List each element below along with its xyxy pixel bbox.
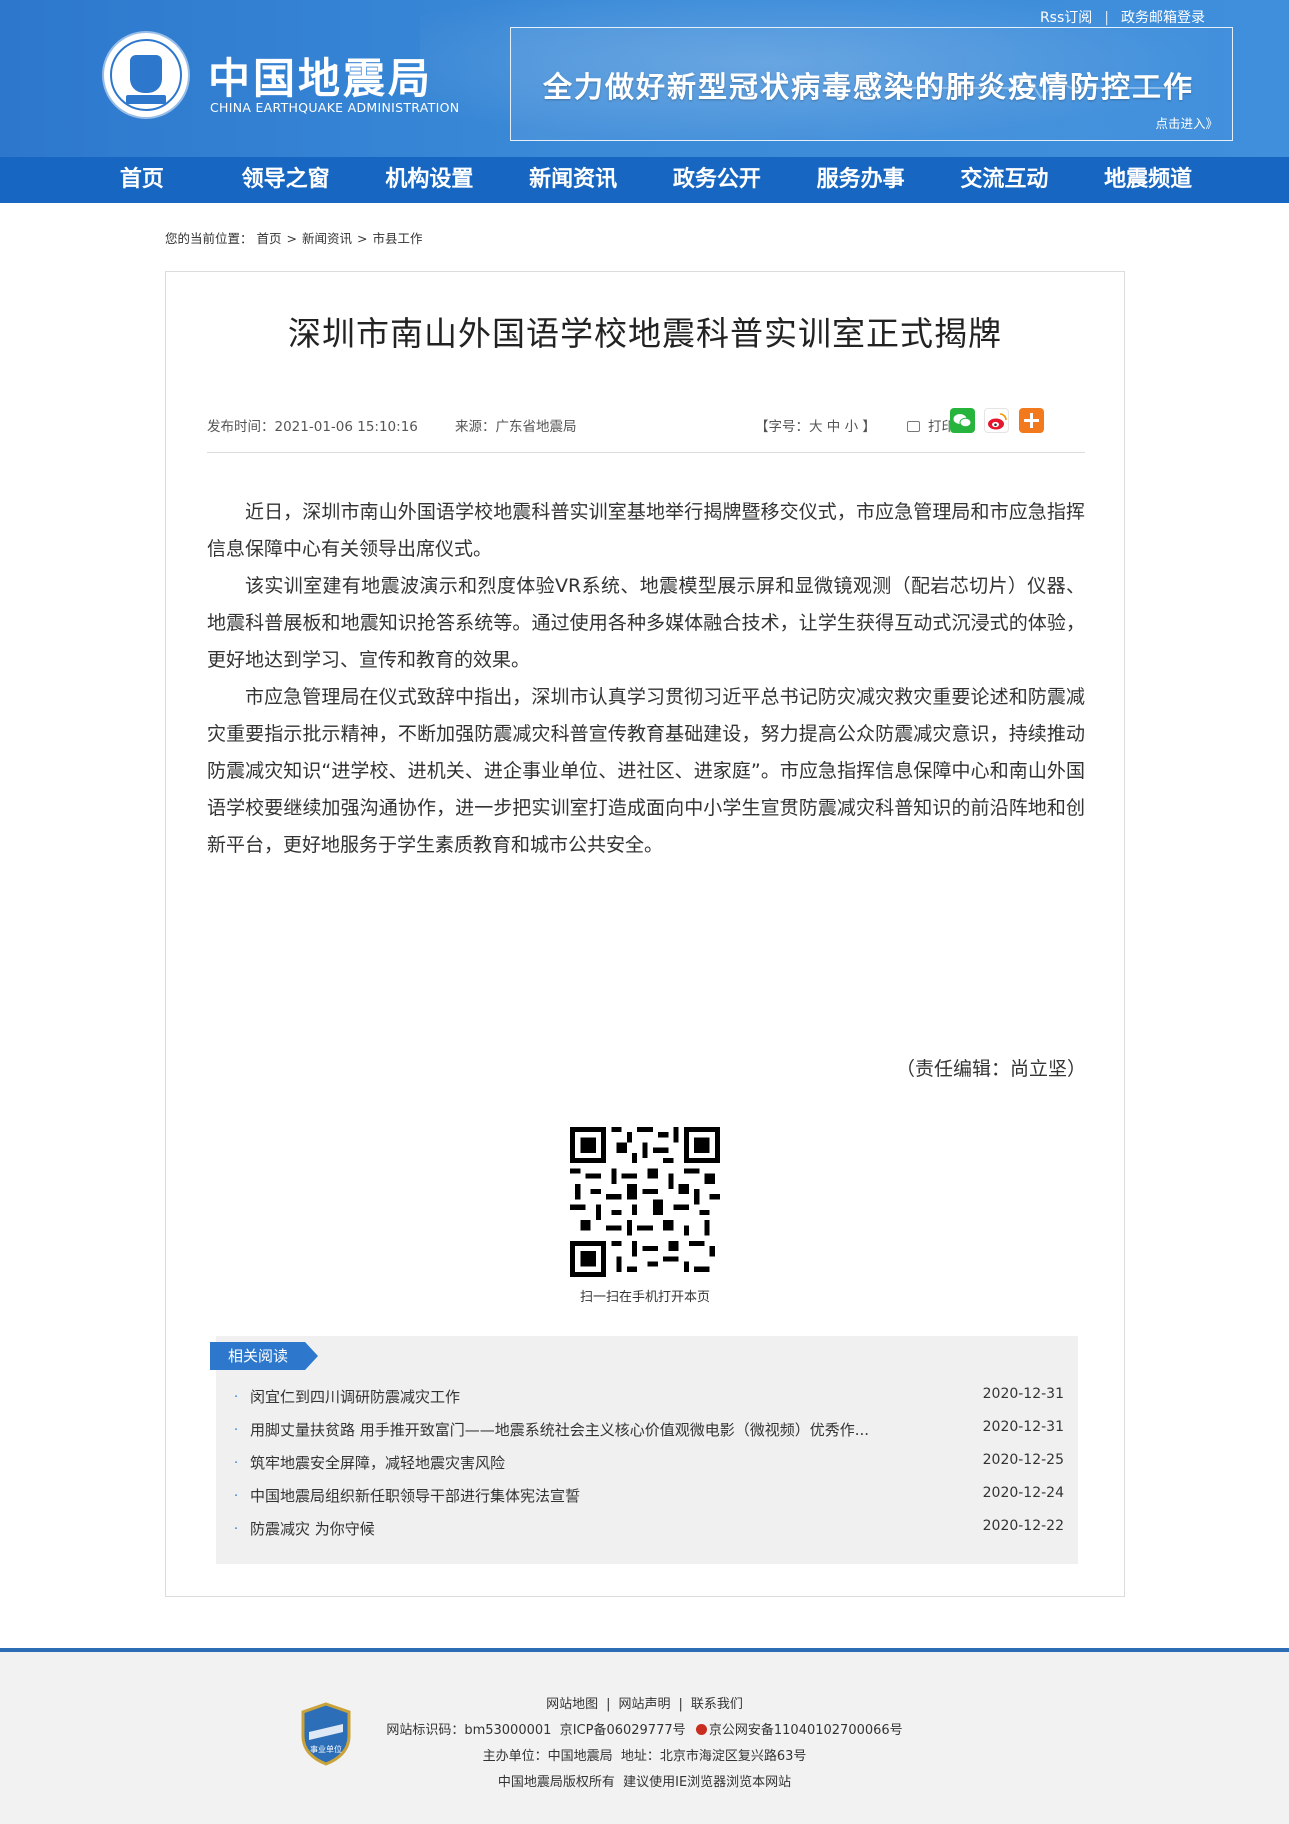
font-size-control[interactable]: 【字号：大 中 小 】 xyxy=(755,415,876,435)
related-item[interactable]: · 闵宜仁到四川调研防震减灾工作 2020-12-31 xyxy=(234,1384,1064,1417)
nav-item-organization[interactable]: 机构设置 xyxy=(358,157,502,203)
printer-icon xyxy=(907,421,920,432)
related-reading: 相关阅读 · 闵宜仁到四川调研防震减灾工作 2020-12-31 · 用脚丈量扶贫路 … xyxy=(210,1336,1078,1564)
bullet-icon: · xyxy=(234,1423,239,1438)
rss-link[interactable]: Rss订阅 xyxy=(1040,7,1092,27)
related-item-title[interactable]: 筑牢地震安全屏障，减轻地震灾害风险 xyxy=(250,1452,930,1473)
breadcrumb-separator: > xyxy=(357,231,368,246)
footer-separator: | xyxy=(606,1697,611,1712)
related-item-date: 2020-12-25 xyxy=(982,1452,1064,1468)
related-item[interactable]: · 中国地震局组织新任职领导干部进行集体宪法宣誓 2020-12-24 xyxy=(234,1483,1064,1516)
footer-separator: | xyxy=(678,1697,683,1712)
breadcrumb-separator: > xyxy=(286,231,297,246)
related-item-title[interactable]: 用脚丈量扶贫路 用手推开致富门——地震系统社会主义核心价值观微电影（微视频）优秀… xyxy=(250,1419,930,1440)
nav-item-leaders[interactable]: 领导之窗 xyxy=(214,157,358,203)
related-item-title[interactable]: 中国地震局组织新任职领导干部进行集体宪法宣誓 xyxy=(250,1485,930,1506)
responsible-editor: （责任编辑：尚立坚） xyxy=(895,1058,1086,1080)
related-item[interactable]: · 用脚丈量扶贫路 用手推开致富门——地震系统社会主义核心价值观微电影（微视频）优… xyxy=(234,1417,1064,1450)
nav-item-home[interactable]: 首页 xyxy=(70,157,214,203)
more-share-icon[interactable] xyxy=(1019,408,1044,433)
related-item[interactable]: · 筑牢地震安全屏障，减轻地震灾害风险 2020-12-25 xyxy=(234,1450,1064,1483)
copyright: 中国地震局版权所有 xyxy=(497,1775,615,1790)
nav-item-news[interactable]: 新闻资讯 xyxy=(501,157,645,203)
gov-mail-login-link[interactable]: 政务邮箱登录 xyxy=(1121,7,1205,27)
banner-enter-link[interactable]: 点击进入》 xyxy=(1155,113,1218,132)
publish-time: 发布时间：2021-01-06 15:10:16 xyxy=(207,419,418,435)
bullet-icon: · xyxy=(234,1489,239,1504)
cea-emblem-icon[interactable] xyxy=(104,33,188,117)
print-button[interactable]: 打印 xyxy=(907,415,955,435)
footer-contact-link[interactable]: 联系我们 xyxy=(691,1697,743,1712)
breadcrumb-news[interactable]: 新闻资讯 xyxy=(302,231,352,246)
breadcrumb: 您的当前位置： 首页 > 新闻资讯 > 市县工作 xyxy=(165,228,423,247)
related-item-date: 2020-12-31 xyxy=(982,1386,1064,1402)
site-header: 中国地震局 CHINA EARTHQUAKE ADMINISTRATION Rs… xyxy=(0,0,1289,157)
meta-divider xyxy=(207,452,1085,453)
host-unit: 主办单位：中国地震局 xyxy=(482,1749,613,1764)
qr-code-icon xyxy=(570,1127,720,1277)
related-item[interactable]: · 防震减灾 为你守候 2020-12-22 xyxy=(234,1516,1064,1549)
related-item-title[interactable]: 防震减灾 为你守候 xyxy=(250,1518,930,1539)
related-item-date: 2020-12-22 xyxy=(982,1518,1064,1534)
qr-caption: 扫一扫在手机打开本页 xyxy=(579,1290,710,1305)
bullet-icon: · xyxy=(234,1390,239,1405)
top-links: Rss订阅 | 政务邮箱登录 xyxy=(1040,7,1205,27)
covid-banner[interactable]: 全力做好新型冠状病毒感染的肺炎疫情防控工作 点击进入》 xyxy=(510,27,1233,141)
breadcrumb-home[interactable]: 首页 xyxy=(257,231,282,246)
article-meta: 发布时间：2021-01-06 15:10:16 来源：广东省地震局 【字号：大… xyxy=(207,408,1085,445)
weibo-share-icon[interactable] xyxy=(984,408,1009,433)
banner-title: 全力做好新型冠状病毒感染的肺炎疫情防控工作 xyxy=(543,70,1195,104)
police-record-link[interactable]: 京公网安备11040102700066号 xyxy=(709,1723,903,1738)
article-paragraph: 该实训室建有地震波演示和烈度体验VR系统、地震模型展示屏和显微镜观测（配岩芯切片… xyxy=(207,575,1085,671)
site-footer: 事业单位 网站地图 | 网站声明 | 联系我们 网站标识码：bm53000001 京IC… xyxy=(0,1648,1289,1824)
article-body: 近日，深圳市南山外国语学校地震科普实训室基地举行揭牌暨移交仪式，市应急管理局和市… xyxy=(207,494,1085,864)
wechat-share-icon[interactable] xyxy=(950,408,975,433)
site-logo-subtitle: CHINA EARTHQUAKE ADMINISTRATION xyxy=(210,100,460,115)
address: 地址：北京市海淀区复兴路63号 xyxy=(620,1749,807,1764)
related-item-date: 2020-12-31 xyxy=(982,1419,1064,1435)
top-links-separator: | xyxy=(1104,10,1109,26)
icp-record-link[interactable]: 京ICP备06029777号 xyxy=(560,1723,686,1738)
related-item-date: 2020-12-24 xyxy=(982,1485,1064,1501)
bullet-icon: · xyxy=(234,1522,239,1537)
related-item-title[interactable]: 闵宜仁到四川调研防震减灾工作 xyxy=(250,1386,930,1407)
footer-sitemap-link[interactable]: 网站地图 xyxy=(546,1697,598,1712)
article-paragraph: 市应急管理局在仪式致辞中指出，深圳市认真学习贯彻习近平总书记防灾减灾救灾重要论述… xyxy=(207,686,1085,856)
article-paragraph: 近日，深圳市南山外国语学校地震科普实训室基地举行揭牌暨移交仪式，市应急管理局和市… xyxy=(207,501,1085,560)
article-container: 深圳市南山外国语学校地震科普实训室正式揭牌 发布时间：2021-01-06 15… xyxy=(165,271,1125,1597)
related-heading: 相关阅读 xyxy=(210,1342,318,1370)
footer-statement-link[interactable]: 网站声明 xyxy=(618,1697,670,1712)
site-id: 网站标识码：bm53000001 xyxy=(386,1723,552,1738)
site-logo-title[interactable]: 中国地震局 xyxy=(208,45,433,106)
nav-item-interaction[interactable]: 交流互动 xyxy=(933,157,1077,203)
nav-item-services[interactable]: 服务办事 xyxy=(789,157,933,203)
article-title: 深圳市南山外国语学校地震科普实训室正式揭牌 xyxy=(288,314,1002,353)
main-nav: 首页 领导之窗 机构设置 新闻资讯 政务公开 服务办事 交流互动 地震频道 xyxy=(0,157,1289,203)
footer-info: 网站地图 | 网站声明 | 联系我们 网站标识码：bm53000001 京ICP备060… xyxy=(0,1692,1289,1796)
article-source: 来源：广东省地震局 xyxy=(455,419,577,435)
breadcrumb-prefix: 您的当前位置： xyxy=(165,231,253,246)
bullet-icon: · xyxy=(234,1456,239,1471)
nav-item-government-affairs[interactable]: 政务公开 xyxy=(645,157,789,203)
browser-note: 建议使用IE浏览器浏览本网站 xyxy=(623,1775,792,1790)
nav-item-earthquake-channel[interactable]: 地震频道 xyxy=(1076,157,1220,203)
breadcrumb-local-work[interactable]: 市县工作 xyxy=(373,231,423,246)
police-badge-icon xyxy=(695,1724,707,1735)
